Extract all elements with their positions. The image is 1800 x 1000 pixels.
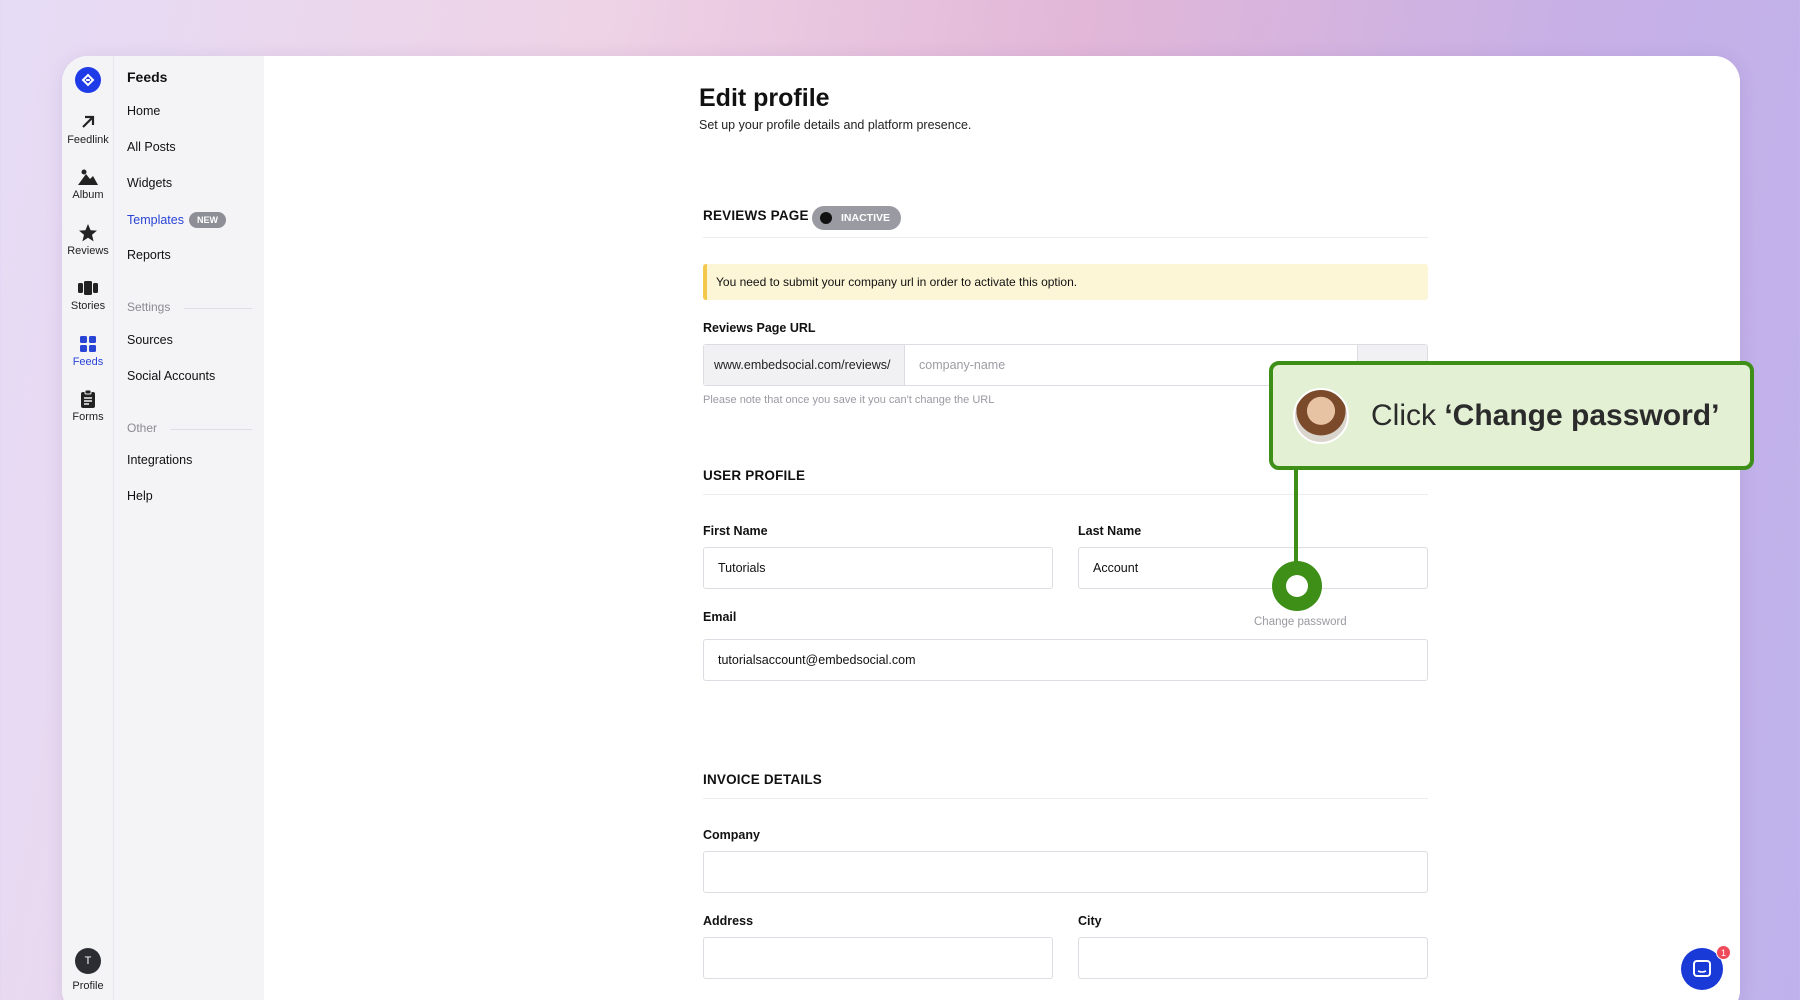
last-name-input[interactable] bbox=[1078, 547, 1428, 589]
email-label: Email bbox=[703, 610, 737, 624]
main-content: Edit profile Set up your profile details… bbox=[264, 56, 1740, 1000]
address-label: Address bbox=[703, 914, 754, 928]
rail-label: Feedlink bbox=[67, 134, 109, 146]
rail-item-album[interactable]: Album bbox=[62, 167, 114, 201]
menu-item-widgets[interactable]: Widgets bbox=[127, 176, 172, 190]
callout-prefix: Click bbox=[1371, 398, 1445, 432]
menu-item-sources[interactable]: Sources bbox=[127, 333, 173, 347]
rail-item-feeds[interactable]: Feeds bbox=[62, 334, 114, 368]
app-window: Feedlink Album Reviews Stories Feeds For… bbox=[62, 56, 1740, 1000]
menu-title: Feeds bbox=[127, 69, 168, 85]
section-divider bbox=[703, 798, 1428, 799]
reviews-page-heading: REVIEWS PAGE bbox=[703, 208, 809, 223]
first-name-input[interactable] bbox=[703, 547, 1053, 589]
rail-label: Album bbox=[72, 189, 104, 201]
rail-label: Reviews bbox=[67, 245, 109, 257]
reviews-url-label: Reviews Page URL bbox=[703, 321, 816, 335]
clipboard-icon bbox=[81, 389, 95, 408]
rail-label: Stories bbox=[70, 300, 106, 312]
toggle-status-label: INACTIVE bbox=[841, 212, 891, 224]
menu-item-social-accounts[interactable]: Social Accounts bbox=[127, 369, 215, 383]
city-input[interactable] bbox=[1078, 937, 1428, 979]
section-divider bbox=[703, 237, 1428, 238]
menu-item-templates[interactable]: Templates NEW bbox=[127, 212, 226, 228]
rail-item-forms[interactable]: Forms bbox=[62, 389, 114, 423]
tutorial-callout: Click ‘Change password’ bbox=[1269, 361, 1754, 470]
settings-section-title: Settings bbox=[127, 300, 171, 314]
toggle-knob bbox=[820, 212, 832, 224]
rail-item-reviews[interactable]: Reviews bbox=[62, 223, 114, 257]
feeds-menu: Feeds Home All Posts Widgets Templates NE… bbox=[114, 56, 264, 1000]
last-name-label: Last Name bbox=[1078, 524, 1142, 538]
address-input[interactable] bbox=[703, 937, 1053, 979]
other-section-title: Other bbox=[127, 421, 158, 435]
profile-avatar[interactable]: T bbox=[75, 948, 101, 974]
city-label: City bbox=[1078, 914, 1102, 928]
hotspot-center bbox=[1286, 575, 1308, 597]
page-title: Edit profile bbox=[699, 84, 830, 112]
warning-alert: You need to submit your company url in o… bbox=[703, 264, 1428, 300]
logo-icon[interactable] bbox=[75, 67, 101, 93]
star-icon bbox=[79, 224, 97, 242]
rail-item-stories[interactable]: Stories bbox=[62, 278, 114, 312]
arrow-up-right-icon bbox=[82, 115, 95, 128]
callout-text: Click ‘Change password’ bbox=[1371, 399, 1719, 433]
mountain-icon bbox=[78, 169, 98, 185]
company-label: Company bbox=[703, 828, 760, 842]
guide-avatar bbox=[1293, 387, 1349, 444]
grid-icon bbox=[80, 336, 96, 352]
section-divider bbox=[184, 308, 252, 309]
invoice-details-heading: INVOICE DETAILS bbox=[703, 772, 823, 787]
profile-label[interactable]: Profile bbox=[62, 980, 114, 992]
url-prefix: www.embedsocial.com/reviews/ bbox=[704, 345, 905, 385]
rail-label: Feeds bbox=[72, 356, 104, 368]
new-badge: NEW bbox=[188, 212, 226, 228]
callout-target: ‘Change password’ bbox=[1444, 398, 1720, 432]
stories-icon bbox=[78, 281, 98, 295]
menu-item-reports[interactable]: Reports bbox=[127, 248, 171, 262]
first-name-label: First Name bbox=[703, 524, 768, 538]
reviews-page-toggle[interactable]: INACTIVE bbox=[812, 206, 901, 230]
section-divider bbox=[703, 494, 1428, 495]
menu-item-all-posts[interactable]: All Posts bbox=[127, 140, 176, 154]
chat-icon bbox=[1693, 960, 1711, 977]
section-divider bbox=[170, 429, 252, 430]
menu-item-integrations[interactable]: Integrations bbox=[127, 453, 192, 467]
click-hotspot[interactable] bbox=[1272, 561, 1322, 611]
email-input[interactable] bbox=[703, 639, 1428, 681]
icon-rail: Feedlink Album Reviews Stories Feeds For… bbox=[62, 56, 114, 1000]
chat-notification-badge: 1 bbox=[1716, 945, 1731, 960]
rail-label: Forms bbox=[72, 411, 104, 423]
url-hint: Please note that once you save it you ca… bbox=[703, 394, 995, 406]
change-password-link[interactable]: Change password bbox=[1254, 616, 1347, 628]
callout-connector bbox=[1294, 470, 1298, 570]
company-input[interactable] bbox=[703, 851, 1428, 893]
user-profile-heading: USER PROFILE bbox=[703, 468, 806, 483]
menu-item-help[interactable]: Help bbox=[127, 489, 153, 503]
menu-item-home[interactable]: Home bbox=[127, 104, 160, 118]
page-subtitle: Set up your profile details and platform… bbox=[699, 118, 972, 132]
menu-item-templates-label: Templates bbox=[127, 213, 184, 227]
rail-item-feedlink[interactable]: Feedlink bbox=[62, 112, 114, 146]
